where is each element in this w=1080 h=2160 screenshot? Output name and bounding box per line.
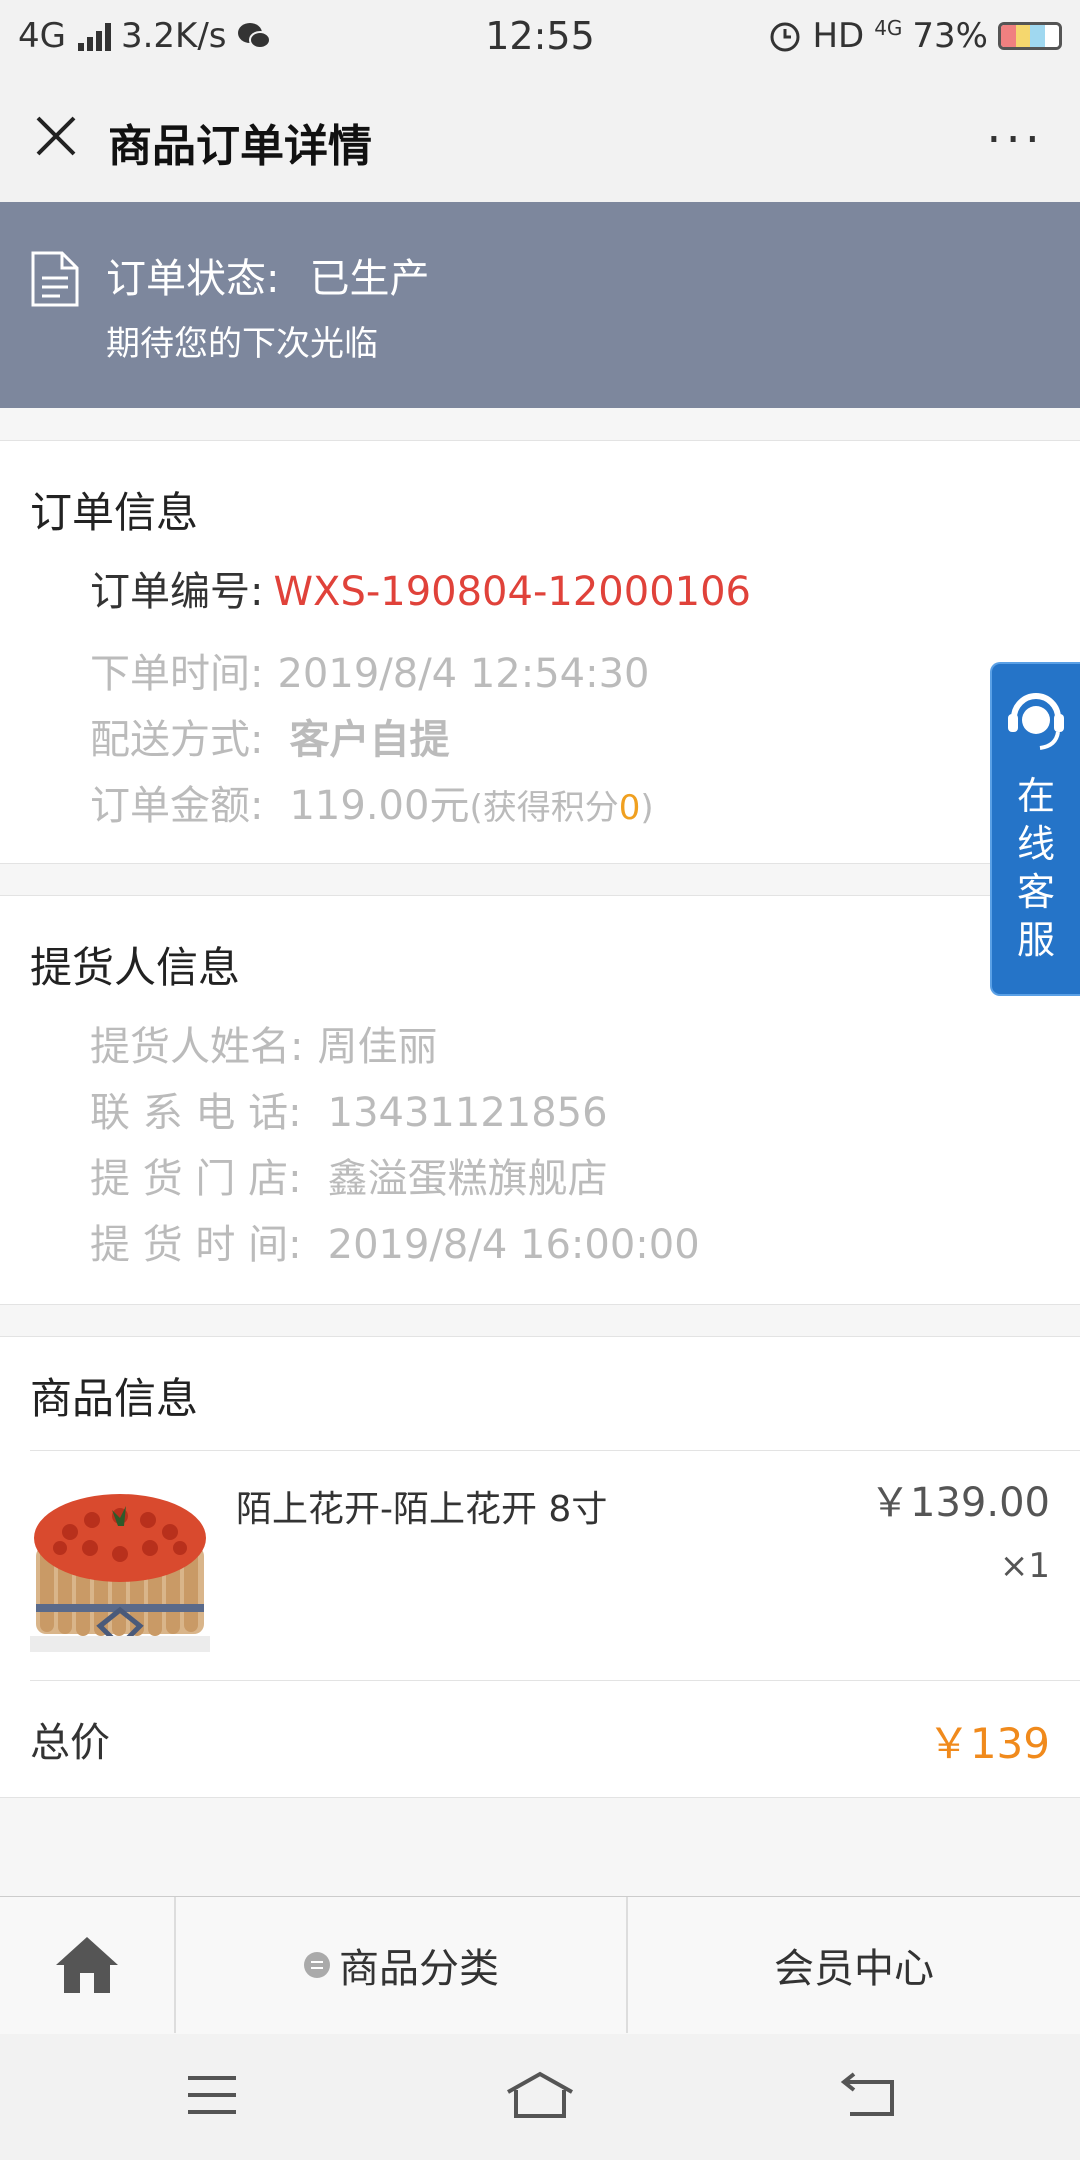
pickup-phone-label: 联 系 电 话: bbox=[90, 1090, 302, 1136]
order-time-row: 下单时间: 2019/8/4 12:54:30 bbox=[90, 641, 650, 699]
battery-icon bbox=[998, 22, 1062, 50]
total-label: 总价 bbox=[30, 1720, 110, 1766]
category-icon bbox=[304, 1952, 330, 1978]
battery-percent: 73% bbox=[912, 16, 988, 56]
system-nav-bar bbox=[0, 2034, 1080, 2160]
hd-indicator: HD bbox=[812, 16, 865, 56]
pickup-time-value: 2019/8/4 16:00:00 bbox=[327, 1222, 700, 1268]
online-service-button[interactable]: 在线客服 bbox=[990, 662, 1080, 996]
order-info-heading: 订单信息 bbox=[30, 488, 199, 537]
order-amount-label: 订单金额: bbox=[90, 783, 264, 829]
order-time-value: 2019/8/4 12:54:30 bbox=[277, 651, 650, 697]
divider bbox=[30, 1450, 1080, 1451]
order-number-value: WXS-190804-12000106 bbox=[273, 569, 751, 615]
online-service-label: 在线客服 bbox=[1016, 774, 1055, 962]
pickup-store-row: 提 货 门 店: 鑫溢蛋糕旗舰店 bbox=[90, 1146, 608, 1204]
pickup-time-label: 提 货 时 间: bbox=[90, 1222, 302, 1268]
divider bbox=[30, 1680, 1080, 1681]
product-quantity: ×1 bbox=[999, 1546, 1050, 1586]
network-type-2: 4G bbox=[874, 16, 903, 40]
nav-bar: 商品订单详情 ··· bbox=[0, 74, 1080, 203]
order-status-value: 已生产 bbox=[309, 256, 430, 302]
points-value: 0 bbox=[618, 788, 641, 828]
status-bar: 4G 3.2K/s 12:55 HD 4G 73% bbox=[0, 0, 1080, 74]
order-amount-row: 订单金额: 119.00元(获得积分0) bbox=[90, 773, 654, 831]
order-status-banner: 订单状态: 已生产 期待您的下次光临 bbox=[0, 202, 1080, 408]
page-title: 商品订单详情 bbox=[108, 121, 372, 172]
headset-icon bbox=[1008, 693, 1064, 750]
order-status: 订单状态: 已生产 bbox=[106, 246, 429, 304]
banner-subtitle: 期待您的下次光临 bbox=[106, 324, 378, 364]
order-amount-value: 119.00元 bbox=[289, 783, 470, 829]
more-options-button[interactable]: ··· bbox=[986, 112, 1044, 168]
pickup-name-label: 提货人姓名: bbox=[90, 1024, 304, 1070]
alarm-icon bbox=[770, 22, 800, 52]
order-number-row: 订单编号: WXS-190804-12000106 bbox=[90, 559, 751, 617]
pickup-phone-row: 联 系 电 话: 13431121856 bbox=[90, 1080, 608, 1138]
pickup-name-value: 周佳丽 bbox=[317, 1024, 438, 1070]
total-value: ￥139 bbox=[927, 1719, 1050, 1768]
points-suffix: ) bbox=[640, 788, 654, 828]
tab-home[interactable] bbox=[0, 1897, 176, 2033]
tab-member-center-label: 会员中心 bbox=[774, 1946, 934, 1992]
delivery-method-value: 客户自提 bbox=[289, 717, 450, 763]
pickup-store-label: 提 货 门 店: bbox=[90, 1156, 302, 1202]
home-nav-icon[interactable] bbox=[504, 2070, 576, 2120]
product-price: ￥139.00 bbox=[870, 1480, 1050, 1526]
product-name[interactable]: 陌上花开-陌上花开 8寸 bbox=[236, 1480, 607, 1532]
close-icon[interactable] bbox=[28, 108, 84, 164]
product-info-heading: 商品信息 bbox=[30, 1374, 199, 1423]
back-icon[interactable] bbox=[840, 2070, 896, 2120]
order-time-label: 下单时间: bbox=[90, 651, 264, 697]
pickup-info-card: 提货人信息 提货人姓名: 周佳丽 联 系 电 话: 13431121856 提 货 … bbox=[0, 895, 1080, 1305]
pickup-time-row: 提 货 时 间: 2019/8/4 16:00:00 bbox=[90, 1212, 700, 1270]
pickup-phone-value: 13431121856 bbox=[327, 1090, 608, 1136]
order-number-label: 订单编号: bbox=[90, 569, 264, 615]
delivery-method-label: 配送方式: bbox=[90, 717, 264, 763]
pickup-store-value: 鑫溢蛋糕旗舰店 bbox=[327, 1156, 608, 1202]
tab-category-label: 商品分类 bbox=[339, 1946, 499, 1992]
bottom-tab-bar: 商品分类 会员中心 bbox=[0, 1896, 1080, 2035]
cake-image[interactable] bbox=[30, 1476, 210, 1652]
pickup-info-heading: 提货人信息 bbox=[30, 943, 241, 992]
tab-member-center[interactable]: 会员中心 bbox=[628, 1897, 1080, 2033]
order-status-label: 订单状态: bbox=[106, 256, 280, 302]
document-icon bbox=[31, 251, 79, 307]
pickup-name-row: 提货人姓名: 周佳丽 bbox=[90, 1014, 437, 1072]
delivery-method-row: 配送方式: 客户自提 bbox=[90, 707, 449, 765]
home-icon bbox=[56, 1937, 118, 1993]
tab-category[interactable]: 商品分类 bbox=[176, 1897, 628, 2033]
order-info-card: 订单信息 订单编号: WXS-190804-12000106 下单时间: 2019/… bbox=[0, 440, 1080, 864]
points-prefix: (获得积分 bbox=[469, 788, 619, 828]
menu-icon[interactable] bbox=[184, 2070, 240, 2120]
